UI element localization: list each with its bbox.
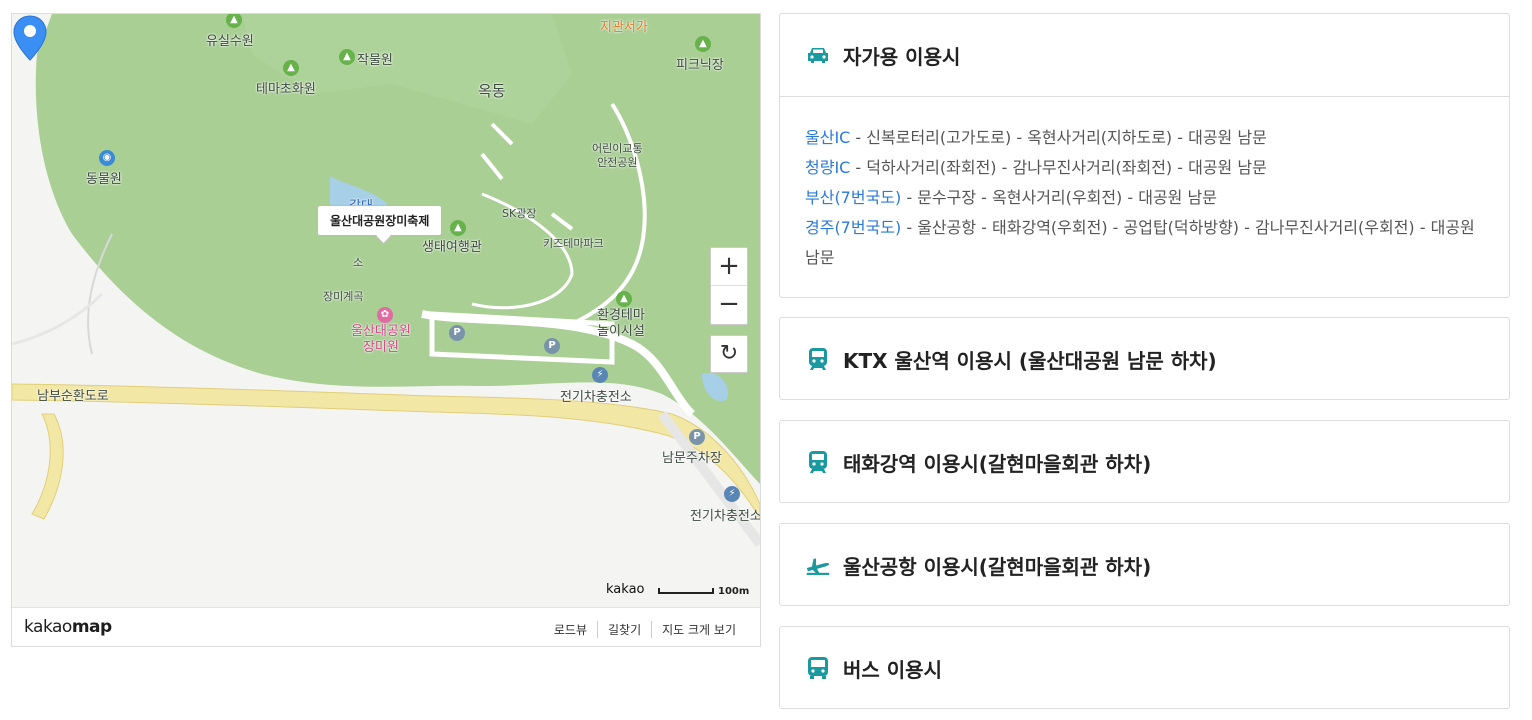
car-icon: [805, 42, 831, 68]
panel-car-title: 자가용 이용시: [843, 44, 961, 69]
ev-charging-icon: ⚡: [724, 486, 740, 502]
panel-ktx-header[interactable]: KTX 울산역 이용시 (울산대공원 남문 하차): [780, 318, 1509, 400]
map-label-children: 어린이교통 안전공원: [592, 142, 643, 169]
route-link-ulsan-ic[interactable]: 울산IC: [805, 128, 850, 147]
train-icon: [805, 346, 831, 372]
panel-airport-header[interactable]: 울산공항 이용시(갈현마을회관 하차): [780, 524, 1509, 606]
tree-icon: ▲: [339, 49, 355, 65]
zoom-in-button[interactable]: +: [711, 248, 747, 286]
bus-icon: [805, 655, 831, 681]
map-label-ev2: 전기차충전소: [690, 509, 760, 524]
route-link-gyeongju[interactable]: 경주(7번국도): [805, 218, 901, 237]
tree-icon: ▲: [616, 291, 632, 307]
map-label-so: 소: [353, 256, 364, 269]
zoo-icon: ◉: [99, 150, 115, 166]
map-footer-links: 로드뷰 길찾기 지도 크게 보기: [544, 621, 746, 638]
route-text: - 신복로터리(고가도로) - 옥현사거리(지하도로) - 대공원 남문: [850, 128, 1267, 147]
map-label-ev1: 전기차충전소: [560, 390, 632, 405]
panel-car-body: 울산IC - 신복로터리(고가도로) - 옥현사거리(지하도로) - 대공원 남…: [780, 96, 1509, 301]
route-line: 경주(7번국도) - 울산공항 - 태화강역(우회전) - 공업탑(덕하방향) …: [805, 213, 1484, 273]
panel-car: 자가용 이용시 울산IC - 신복로터리(고가도로) - 옥현사거리(지하도로)…: [779, 13, 1510, 298]
map-label-dongmulwon: 동물원: [86, 172, 122, 187]
map-widget[interactable]: ▲ 유실수원 ▲ 작물원 ▲ 테마초화원 옥동 ▲ 피크닉장 지관서가 ◉ 동물…: [11, 13, 761, 647]
airplane-icon: [805, 552, 831, 578]
map-label-picnic: 피크닉장: [676, 58, 724, 73]
panel-bus[interactable]: 버스 이용시: [779, 626, 1510, 709]
place-callout[interactable]: 울산대공원장미축제: [317, 205, 443, 236]
panel-taehwa-header[interactable]: 태화강역 이용시(갈현마을회관 하차): [780, 421, 1509, 503]
zoom-out-button[interactable]: −: [711, 286, 747, 324]
panel-taehwa[interactable]: 태화강역 이용시(갈현마을회관 하차): [779, 420, 1510, 503]
map-label-hwangyeong: 환경테마 놀이시설: [597, 308, 645, 339]
rose-garden-icon: ✿: [377, 307, 393, 323]
parking-icon: P: [544, 338, 560, 354]
tree-icon: ▲: [450, 220, 466, 236]
tree-icon: ▲: [283, 60, 299, 76]
ev-charging-icon: ⚡: [592, 367, 608, 383]
route-text: - 문수구장 - 옥현사거리(우회전) - 대공원 남문: [901, 188, 1217, 207]
route-line: 청량IC - 덕하사거리(좌회전) - 감나무진사거리(좌회전) - 대공원 남…: [805, 153, 1484, 183]
directions-link[interactable]: 길찾기: [597, 621, 651, 638]
roadview-link[interactable]: 로드뷰: [544, 621, 597, 638]
map-label-sk: SK광장: [502, 207, 537, 220]
zoom-control: + −: [710, 247, 748, 325]
map-label-yusilsuwon: 유실수원: [206, 34, 254, 49]
parking-icon: P: [689, 429, 705, 445]
panel-bus-title: 버스 이용시: [843, 657, 942, 682]
parking-icon: P: [449, 325, 465, 341]
map-footer: kakaomap 로드뷰 길찾기 지도 크게 보기: [12, 607, 760, 646]
map-label-okdong: 옥동: [478, 82, 506, 100]
map-canvas[interactable]: ▲ 유실수원 ▲ 작물원 ▲ 테마초화원 옥동 ▲ 피크닉장 지관서가 ◉ 동물…: [12, 14, 760, 607]
route-text: - 덕하사거리(좌회전) - 감나무진사거리(좌회전) - 대공원 남문: [850, 158, 1267, 177]
panel-airport-title: 울산공항 이용시(갈현마을회관 하차): [843, 554, 1152, 579]
panel-ktx[interactable]: KTX 울산역 이용시 (울산대공원 남문 하차): [779, 317, 1510, 400]
panel-bus-header[interactable]: 버스 이용시: [780, 627, 1509, 709]
route-text: - 울산공항 - 태화강역(우회전) - 공업탑(덕하방향) - 감나무진사거리…: [805, 218, 1475, 267]
route-link-busan[interactable]: 부산(7번국도): [805, 188, 901, 207]
picnic-icon: ▲: [695, 36, 711, 52]
map-label-jigwan: 지관서가: [600, 20, 648, 35]
map-label-nambu: 남부순환도로: [37, 389, 109, 404]
route-line: 부산(7번국도) - 문수구장 - 옥현사거리(우회전) - 대공원 남문: [805, 183, 1484, 213]
large-map-link[interactable]: 지도 크게 보기: [651, 621, 746, 638]
train-icon: [805, 449, 831, 475]
route-line: 울산IC - 신복로터리(고가도로) - 옥현사거리(지하도로) - 대공원 남…: [805, 123, 1484, 153]
reset-map-button[interactable]: ↻: [710, 335, 748, 373]
route-link-cheongnyang-ic[interactable]: 청량IC: [805, 158, 850, 177]
panel-taehwa-title: 태화강역 이용시(갈현마을회관 하차): [843, 451, 1152, 476]
map-label-themacho: 테마초화원: [256, 82, 316, 97]
map-label-jakmulwon: 작물원: [357, 53, 393, 68]
scale-bar: [658, 588, 714, 594]
panel-ktx-title: KTX 울산역 이용시 (울산대공원 남문 하차): [843, 348, 1217, 373]
location-pin-icon[interactable]: [12, 14, 48, 64]
kakaomap-logo[interactable]: kakaomap: [24, 617, 112, 637]
map-label-jangmigyegok: 장미계곡: [323, 290, 364, 303]
scale-value: 100m: [718, 586, 750, 597]
map-label-saengtae: 생태여행관: [422, 240, 482, 255]
scale-brand: kakao: [606, 582, 645, 597]
map-label-parking: 남문주차장: [662, 451, 722, 466]
map-label-kids: 키즈테마파크: [543, 237, 604, 250]
panel-car-header[interactable]: 자가용 이용시: [780, 14, 1509, 96]
map-label-ulsanpark: 울산대공원 장미원: [351, 324, 411, 355]
panel-airport[interactable]: 울산공항 이용시(갈현마을회관 하차): [779, 523, 1510, 606]
